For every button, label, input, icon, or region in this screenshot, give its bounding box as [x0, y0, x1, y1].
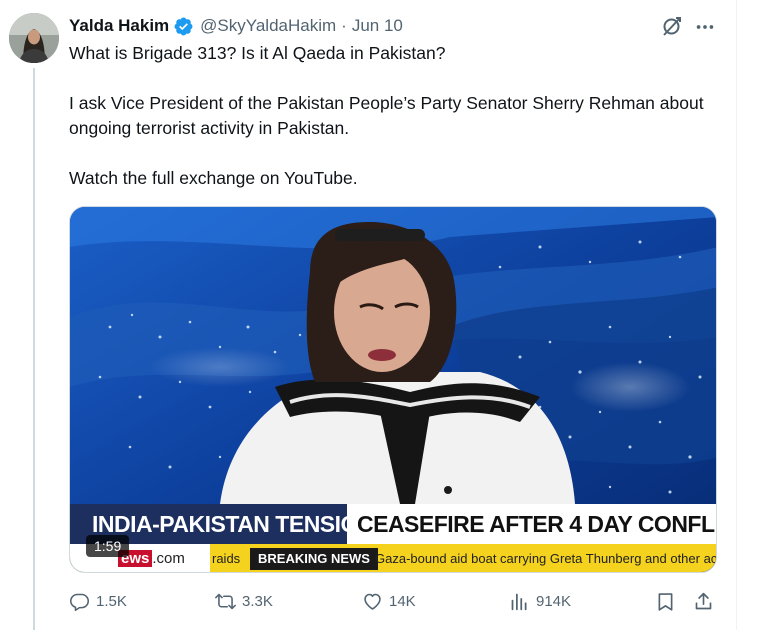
views-chart-icon — [511, 593, 527, 610]
thread-line — [33, 68, 35, 630]
views-count: 914K — [536, 592, 572, 610]
post-text-line-3: Watch the full exchange on YouTube. — [69, 168, 358, 188]
share-icon — [695, 592, 712, 609]
avatar-image — [9, 13, 59, 63]
post-text-line-1: What is Brigade 313? Is it Al Qaeda in P… — [69, 43, 446, 63]
like-count: 14K — [389, 592, 416, 610]
ticker-text: Gaza-bound aid boat carrying Greta Thunb… — [375, 551, 717, 566]
action-bar: 1.5K 3.3K 14K 914K — [69, 588, 719, 614]
video-player[interactable]: INDIA-PAKISTAN TENSIONS CEASEFIRE AFTER … — [69, 206, 717, 573]
ticker-previous-text: raids — [212, 551, 241, 566]
repost-count: 3.3K — [242, 592, 273, 610]
breaking-news-label: BREAKING NEWS — [250, 548, 378, 570]
heart-icon — [364, 593, 381, 610]
post-header: Yalda Hakim @SkyYaldaHakim · Jun 10 — [69, 14, 717, 38]
author-handle[interactable]: @SkyYaldaHakim — [200, 16, 336, 36]
video-duration-badge: 1:59 — [86, 535, 130, 557]
news-lower-third: INDIA-PAKISTAN TENSIONS CEASEFIRE AFTER … — [70, 504, 716, 544]
logo-suffix: .com — [152, 550, 185, 567]
author-name[interactable]: Yalda Hakim — [69, 16, 169, 36]
grok-icon[interactable] — [660, 14, 684, 38]
share-button[interactable] — [693, 588, 714, 614]
reply-count: 1.5K — [96, 592, 127, 610]
reply-button[interactable]: 1.5K — [69, 588, 127, 614]
bookmark-icon — [658, 592, 673, 611]
like-button[interactable]: 14K — [362, 588, 416, 614]
more-options-icon[interactable] — [694, 16, 716, 38]
post-date[interactable]: Jun 10 — [352, 16, 403, 36]
repost-button[interactable]: 3.3K — [215, 588, 273, 614]
repost-icon — [215, 593, 236, 609]
views-button[interactable]: 914K — [509, 588, 571, 614]
bookmark-button[interactable] — [655, 588, 676, 614]
reply-icon — [69, 593, 90, 611]
post-text-line-2: I ask Vice President of the Pakistan Peo… — [69, 93, 704, 138]
avatar[interactable] — [9, 13, 59, 63]
headline-right: CEASEFIRE AFTER 4 DAY CONFLICT — [347, 504, 716, 544]
column-divider — [736, 0, 737, 630]
verified-badge-icon[interactable] — [173, 16, 194, 37]
separator-dot: · — [341, 16, 347, 35]
news-ticker: skyews.com raids BREAKING NEWS Gaza-boun… — [70, 544, 717, 572]
